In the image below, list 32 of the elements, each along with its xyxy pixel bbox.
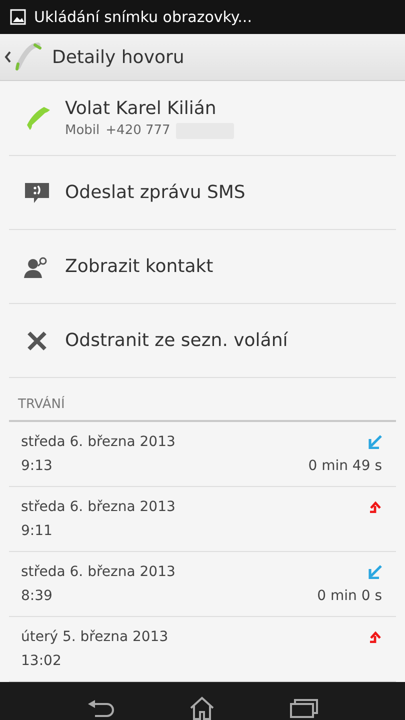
message-icon	[24, 182, 50, 204]
call-date: středa 6. března 2013	[21, 434, 176, 450]
back-caret-icon	[4, 51, 12, 63]
call-time: 9:11	[21, 523, 52, 539]
screen-title: Detaily hovoru	[52, 46, 184, 68]
action-label: Zobrazit kontakt	[65, 256, 214, 277]
action-label: Odeslat zprávu SMS	[65, 182, 246, 203]
call-date: středa 6. března 2013	[21, 564, 176, 580]
call-duration: 0 min 0 s	[317, 588, 382, 604]
section-header: TRVÁNÍ	[18, 397, 65, 412]
call-contact-title: Volat Karel Kilián	[65, 98, 218, 118]
incoming-call-icon	[368, 565, 382, 579]
outgoing-call-icon	[368, 501, 382, 513]
call-time: 9:13	[21, 458, 52, 474]
action-item[interactable]: Odeslat zprávu SMS	[9, 156, 396, 230]
call-date: úterý 5. března 2013	[21, 629, 168, 645]
action-item[interactable]: Zobrazit kontakt	[9, 230, 396, 304]
outgoing-call-icon	[368, 631, 382, 643]
action-item[interactable]: Odstranit ze sezn. volání	[9, 304, 396, 378]
call-date: středa 6. března 2013	[21, 499, 176, 515]
phone-handset-icon	[14, 42, 42, 72]
close-icon	[26, 330, 48, 352]
call-time: 8:39	[21, 588, 52, 604]
incoming-call-icon	[368, 435, 382, 449]
call-contact-row[interactable]: Volat Karel Kilián Mobil +420 777	[9, 81, 396, 156]
phone-type-label: Mobil	[65, 123, 100, 138]
action-label: Odstranit ze sezn. volání	[65, 330, 288, 351]
notification-text: Ukládání snímku obrazovky...	[34, 8, 252, 26]
call-duration: 0 min 49 s	[308, 458, 382, 474]
call-time: 13:02	[21, 653, 62, 669]
phone-number: +420 777	[106, 123, 170, 138]
image-icon	[10, 9, 26, 25]
